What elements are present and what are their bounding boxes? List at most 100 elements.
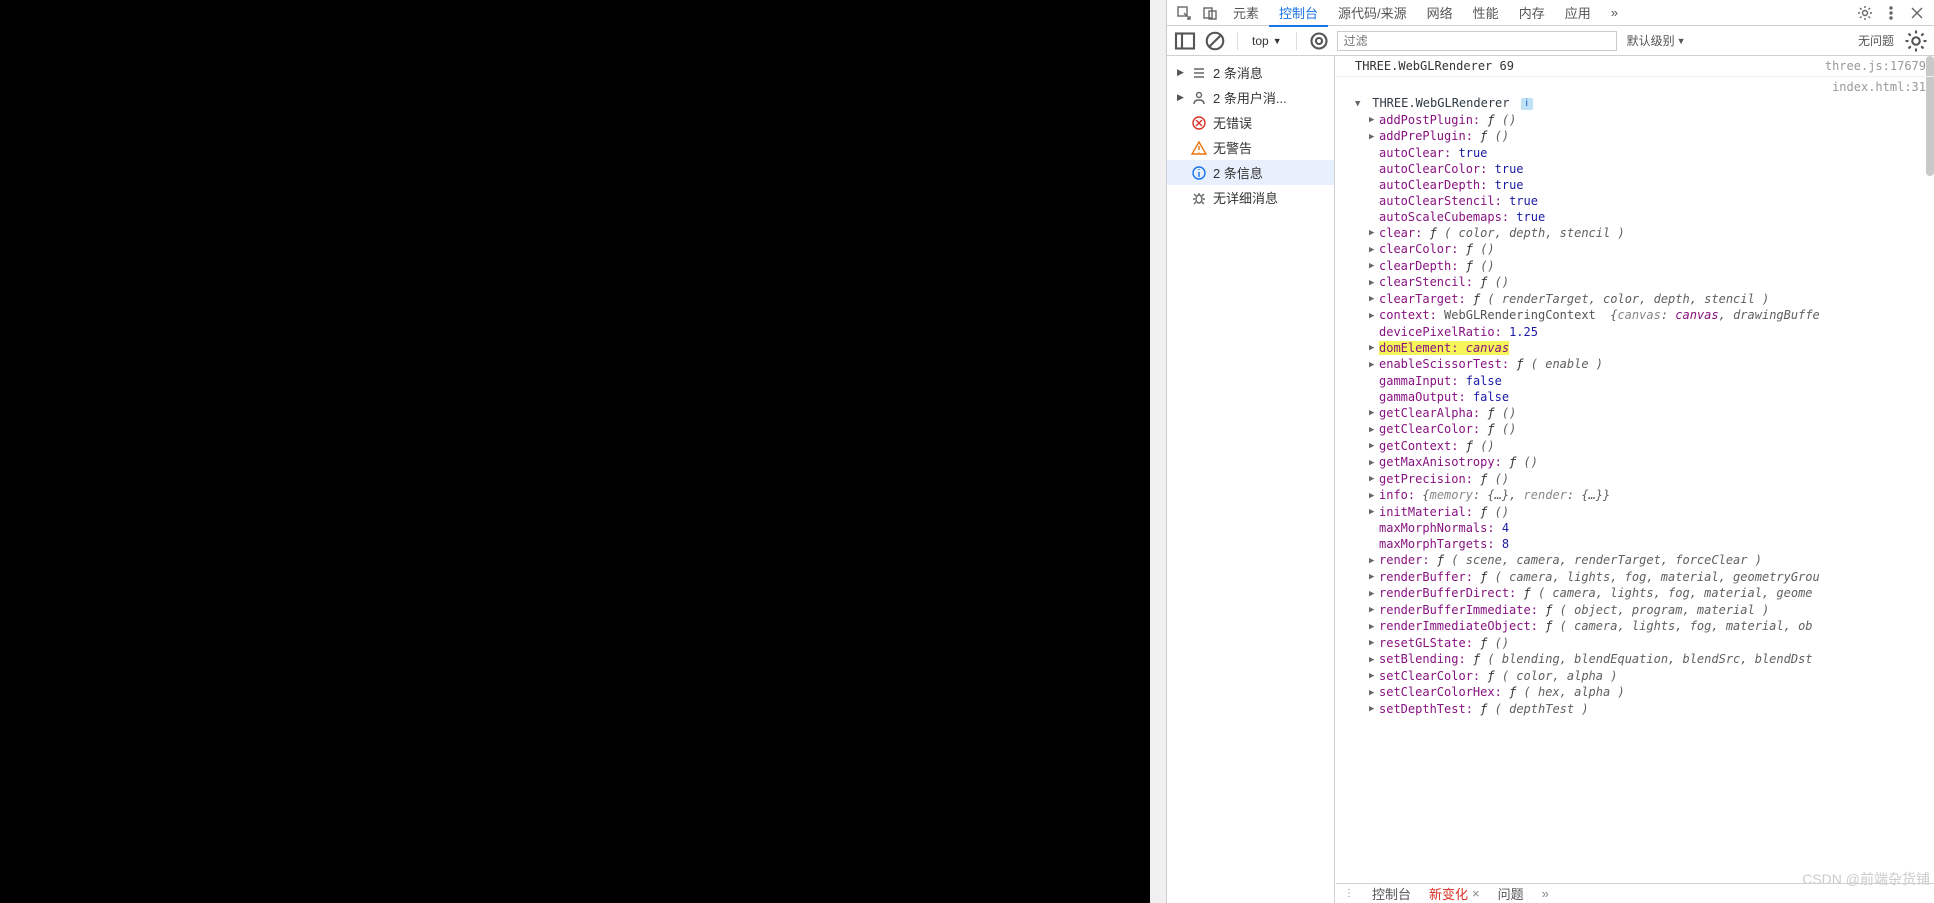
property-row[interactable]: clear: ƒ ( color, depth, stencil ) bbox=[1369, 225, 1926, 242]
property-row[interactable]: clearColor: ƒ () bbox=[1369, 241, 1926, 258]
expand-arrow-icon[interactable] bbox=[1369, 685, 1379, 701]
property-row[interactable]: renderImmediateObject: ƒ ( camera, light… bbox=[1369, 618, 1926, 635]
property-row[interactable]: getMaxAnisotropy: ƒ () bbox=[1369, 454, 1926, 471]
filter-input[interactable] bbox=[1337, 31, 1617, 51]
property-row[interactable]: getClearColor: ƒ () bbox=[1369, 421, 1926, 438]
tab-memory[interactable]: 内存 bbox=[1509, 0, 1555, 27]
expand-arrow-icon[interactable] bbox=[1369, 488, 1379, 504]
issues-button[interactable]: 无问题 bbox=[1854, 32, 1898, 49]
expand-arrow-icon[interactable] bbox=[1369, 225, 1379, 241]
property-row[interactable]: setClearColor: ƒ ( color, alpha ) bbox=[1369, 668, 1926, 685]
property-row[interactable]: clearStencil: ƒ () bbox=[1369, 274, 1926, 291]
property-row[interactable]: clearDepth: ƒ () bbox=[1369, 258, 1926, 275]
property-row[interactable]: autoClearStencil: true bbox=[1369, 193, 1926, 209]
expand-arrow-icon[interactable] bbox=[1369, 668, 1379, 684]
expand-arrow-icon[interactable] bbox=[1369, 504, 1379, 520]
expand-arrow-icon[interactable] bbox=[1369, 619, 1379, 635]
drawer-tab-issues[interactable]: 问题 bbox=[1498, 884, 1524, 903]
expand-arrow-icon[interactable] bbox=[1369, 422, 1379, 438]
property-row[interactable]: setDepthTest: ƒ ( depthTest ) bbox=[1369, 701, 1926, 718]
property-row[interactable]: getPrecision: ƒ () bbox=[1369, 471, 1926, 488]
log-level-selector[interactable]: 默认级别 ▼ bbox=[1623, 32, 1690, 49]
property-row[interactable]: autoScaleCubemaps: true bbox=[1369, 209, 1926, 225]
expand-arrow-icon[interactable] bbox=[1369, 569, 1379, 585]
expand-arrow-icon[interactable] bbox=[1369, 652, 1379, 668]
expand-arrow-icon[interactable] bbox=[1369, 438, 1379, 454]
property-row[interactable]: addPostPlugin: ƒ () bbox=[1369, 112, 1926, 129]
object-header[interactable]: THREE.WebGLRenderer i bbox=[1355, 95, 1926, 112]
tab-console[interactable]: 控制台 bbox=[1269, 0, 1328, 27]
inspect-element-icon[interactable] bbox=[1171, 0, 1197, 26]
close-drawer-tab-icon[interactable]: × bbox=[1472, 886, 1480, 901]
property-row[interactable]: setClearColorHex: ƒ ( hex, alpha ) bbox=[1369, 684, 1926, 701]
expand-arrow-icon[interactable] bbox=[1369, 405, 1379, 421]
property-row[interactable]: initMaterial: ƒ () bbox=[1369, 504, 1926, 521]
expand-arrow-icon[interactable] bbox=[1369, 112, 1379, 128]
property-row[interactable]: gammaOutput: false bbox=[1369, 389, 1926, 405]
expand-arrow-icon[interactable] bbox=[1369, 340, 1379, 356]
sidebar-item[interactable]: ▶2 条用户消... bbox=[1167, 85, 1334, 110]
viewport-scrollbar[interactable] bbox=[1150, 0, 1166, 903]
property-row[interactable]: devicePixelRatio: 1.25 bbox=[1369, 324, 1926, 340]
property-row[interactable]: renderBuffer: ƒ ( camera, lights, fog, m… bbox=[1369, 569, 1926, 586]
tab-sources[interactable]: 源代码/来源 bbox=[1328, 0, 1417, 27]
console-settings-icon[interactable] bbox=[1904, 29, 1928, 53]
clear-console-icon[interactable] bbox=[1203, 29, 1227, 53]
kebab-menu-icon[interactable] bbox=[1878, 0, 1904, 26]
sidebar-item[interactable]: ▶2 条消息 bbox=[1167, 60, 1334, 85]
property-row[interactable]: autoClearDepth: true bbox=[1369, 177, 1926, 193]
live-expression-icon[interactable] bbox=[1307, 29, 1331, 53]
context-selector[interactable]: top ▼ bbox=[1248, 34, 1286, 48]
property-row[interactable]: render: ƒ ( scene, camera, renderTarget,… bbox=[1369, 552, 1926, 569]
expand-arrow-icon[interactable] bbox=[1369, 455, 1379, 471]
expand-arrow-icon[interactable] bbox=[1369, 308, 1379, 324]
property-row[interactable]: addPrePlugin: ƒ () bbox=[1369, 128, 1926, 145]
property-row[interactable]: autoClearColor: true bbox=[1369, 161, 1926, 177]
property-row[interactable]: renderBufferImmediate: ƒ ( object, progr… bbox=[1369, 602, 1926, 619]
property-row[interactable]: info: {memory: {…}, render: {…}} bbox=[1369, 487, 1926, 504]
property-row[interactable]: autoClear: true bbox=[1369, 145, 1926, 161]
sidebar-item[interactable]: 无详细消息 bbox=[1167, 185, 1334, 210]
expand-arrow-icon[interactable] bbox=[1369, 275, 1379, 291]
expand-arrow-icon[interactable] bbox=[1369, 129, 1379, 145]
sidebar-item[interactable]: 2 条信息 bbox=[1167, 160, 1334, 185]
expand-arrow-icon[interactable] bbox=[1369, 357, 1379, 373]
expand-arrow-icon[interactable] bbox=[1369, 242, 1379, 258]
property-row[interactable]: enableScissorTest: ƒ ( enable ) bbox=[1369, 356, 1926, 373]
tab-network[interactable]: 网络 bbox=[1417, 0, 1463, 27]
tab-more[interactable]: » bbox=[1601, 0, 1628, 25]
property-row[interactable]: domElement: canvas bbox=[1369, 340, 1926, 357]
drawer-tab-changes[interactable]: 新变化 bbox=[1429, 884, 1468, 903]
property-row[interactable]: setBlending: ƒ ( blending, blendEquation… bbox=[1369, 651, 1926, 668]
log-source-link[interactable]: index.html:31 bbox=[1812, 79, 1926, 95]
expand-arrow-icon[interactable] bbox=[1369, 635, 1379, 651]
property-row[interactable]: clearTarget: ƒ ( renderTarget, color, de… bbox=[1369, 291, 1926, 308]
expand-arrow-icon[interactable] bbox=[1369, 471, 1379, 487]
sidebar-item[interactable]: 无警告 bbox=[1167, 135, 1334, 160]
expand-arrow-icon[interactable] bbox=[1369, 291, 1379, 307]
expand-arrow-icon[interactable] bbox=[1369, 602, 1379, 618]
property-row[interactable]: renderBufferDirect: ƒ ( camera, lights, … bbox=[1369, 585, 1926, 602]
settings-icon[interactable] bbox=[1852, 0, 1878, 26]
expand-arrow-icon[interactable] bbox=[1369, 553, 1379, 569]
sidebar-item[interactable]: 无错误 bbox=[1167, 110, 1334, 135]
info-icon[interactable]: i bbox=[1521, 98, 1533, 110]
drawer-tab-console[interactable]: 控制台 bbox=[1372, 884, 1411, 903]
tab-application[interactable]: 应用 bbox=[1555, 0, 1601, 27]
device-toolbar-icon[interactable] bbox=[1197, 0, 1223, 26]
close-devtools-icon[interactable] bbox=[1904, 0, 1930, 26]
property-row[interactable]: getClearAlpha: ƒ () bbox=[1369, 405, 1926, 422]
expand-arrow-icon[interactable] bbox=[1369, 258, 1379, 274]
property-row[interactable]: maxMorphTargets: 8 bbox=[1369, 536, 1926, 552]
property-row[interactable]: resetGLState: ƒ () bbox=[1369, 635, 1926, 652]
console-log-row[interactable]: THREE.WebGLRenderer 69 three.js:17679 bbox=[1335, 56, 1934, 77]
property-row[interactable]: context: WebGLRenderingContext {canvas: … bbox=[1369, 307, 1926, 324]
log-source-link[interactable]: three.js:17679 bbox=[1805, 58, 1926, 74]
expand-arrow-icon[interactable] bbox=[1369, 701, 1379, 717]
property-row[interactable]: gammaInput: false bbox=[1369, 373, 1926, 389]
drawer-toggle-icon[interactable]: ⋮ bbox=[1344, 888, 1354, 899]
expand-arrow-icon[interactable] bbox=[1369, 586, 1379, 602]
tab-performance[interactable]: 性能 bbox=[1463, 0, 1509, 27]
toggle-sidebar-icon[interactable] bbox=[1173, 29, 1197, 53]
tab-elements[interactable]: 元素 bbox=[1223, 0, 1269, 27]
